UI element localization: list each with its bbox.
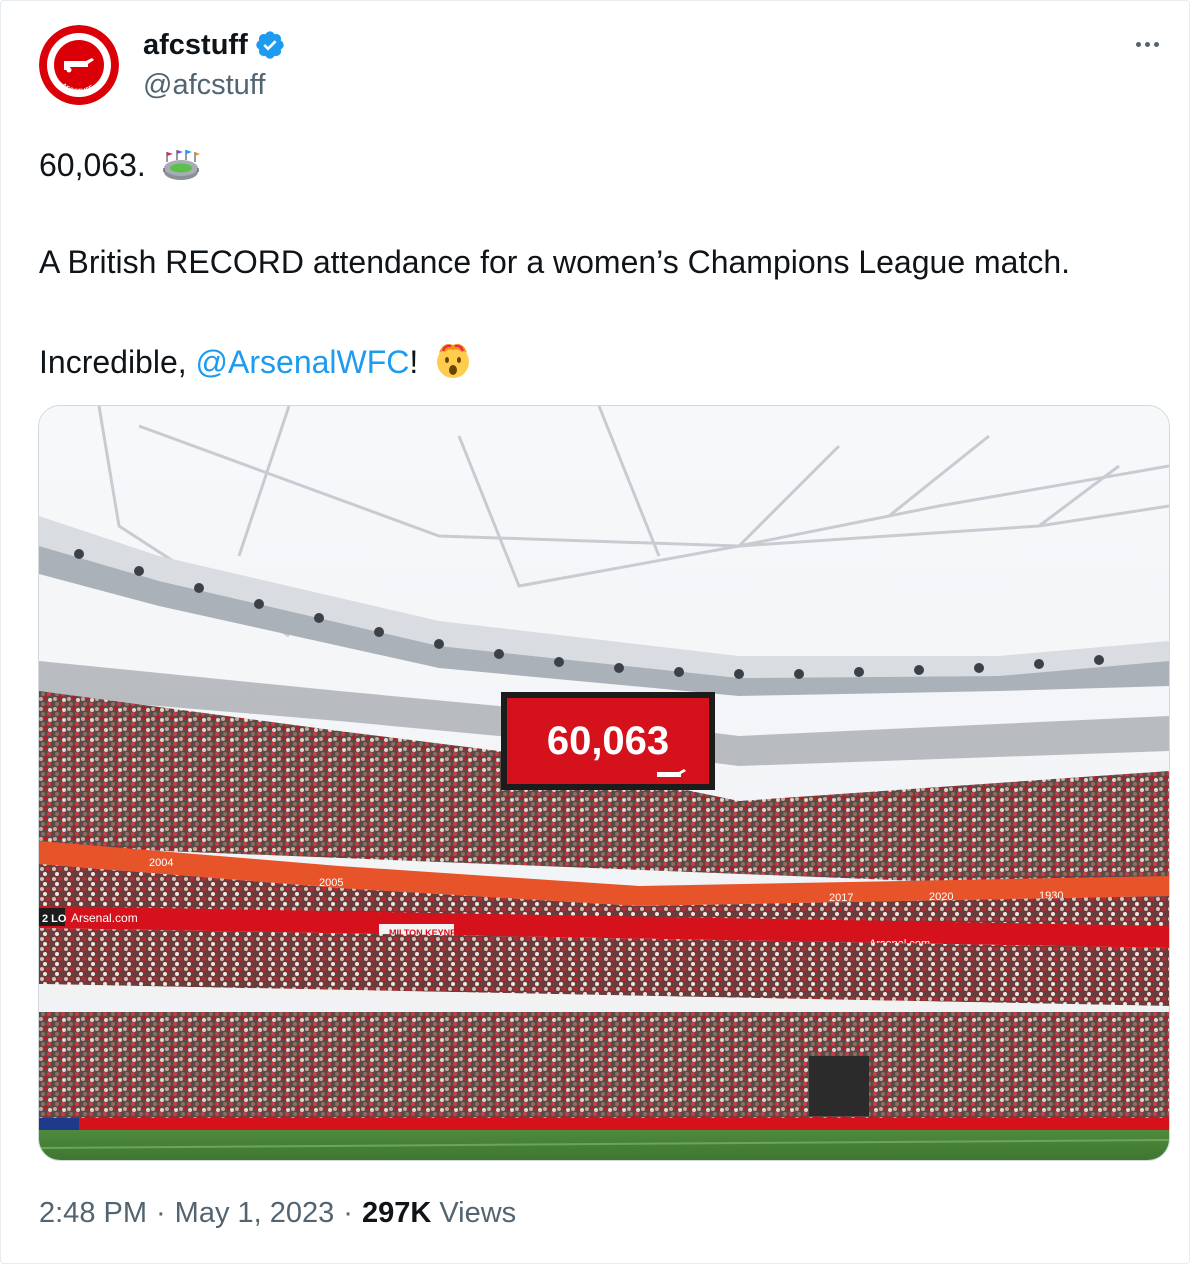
verified-badge-icon [256, 31, 284, 59]
views[interactable]: 297K Views [362, 1195, 516, 1231]
tweet-line-3-suffix: ! [409, 344, 419, 380]
tweet-card: AFCSTUFF AFCSTUFF afcstuff @afcstuff 60,… [0, 0, 1190, 1264]
views-label: Views [439, 1197, 517, 1229]
meta-separator: · [156, 1197, 166, 1229]
views-count: 297K [361, 1197, 432, 1229]
tweet-line-3: Incredible, @ArsenalWFC! [39, 339, 1159, 382]
tweet-text: 60,063. A British RECORD attendance for … [39, 145, 1159, 382]
tweet-photo[interactable]: 60,063 2004 2005 2017 2020 1930 2 LO Ars… [38, 405, 1170, 1161]
author-handle[interactable]: @afcstuff [143, 67, 265, 103]
display-name[interactable]: afcstuff [143, 27, 248, 63]
avatar[interactable]: AFCSTUFF AFCSTUFF [39, 25, 119, 105]
author-name-row[interactable]: afcstuff [143, 27, 286, 63]
scoreboard-text: 60,063 [547, 719, 669, 763]
banner-arsenal-com-left: Arsenal.com [71, 911, 138, 925]
tweet-line-2: A British RECORD attendance for a women’… [39, 244, 1071, 280]
stadium-emoji [162, 150, 200, 180]
tweet-date[interactable]: May 1, 2023 [175, 1195, 335, 1231]
tweet-line-1-text: 60,063. [39, 147, 146, 183]
tweet-line-3-prefix: Incredible, [39, 344, 196, 380]
tweet-time[interactable]: 2:48 PM [39, 1195, 147, 1231]
mention-link[interactable]: @ArsenalWFC [196, 344, 410, 380]
meta-separator: · [343, 1197, 353, 1229]
banner-number: 2 LO [42, 913, 67, 925]
year-2004: 2004 [149, 857, 173, 869]
more-icon[interactable] [1127, 29, 1167, 59]
stadium-photo: 60,063 2004 2005 2017 2020 1930 2 LO Ars… [39, 406, 1169, 1160]
exploding-head-emoji [437, 344, 470, 378]
tweet-meta: 2:48 PM · May 1, 2023 · 297K Views [39, 1195, 516, 1231]
tweet-line-1: 60,063. [39, 145, 1159, 185]
